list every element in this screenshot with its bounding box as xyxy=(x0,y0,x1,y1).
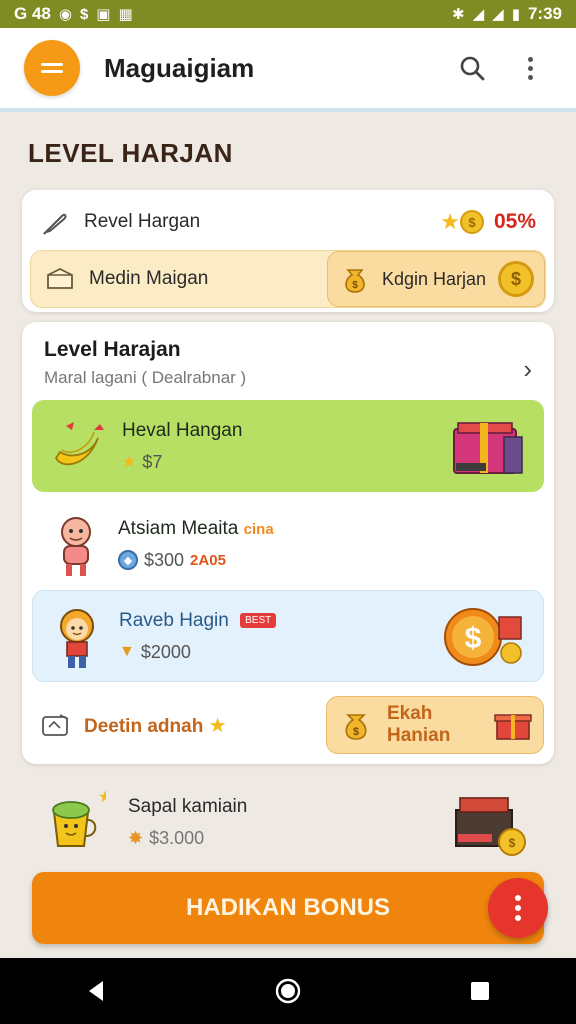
nav-back-button[interactable] xyxy=(66,961,126,1021)
footer-action-button[interactable]: $ Ekah Hanian xyxy=(326,696,544,754)
gift-box-icon xyxy=(453,422,523,474)
box-icon xyxy=(47,267,73,289)
list-item[interactable]: Raveb Hagin BEST ▼ $2000 $ xyxy=(32,590,544,682)
notification-icon: ▣ xyxy=(96,6,111,23)
money-bag-icon: $ xyxy=(345,269,365,293)
status-left: G 48 ◉ $ ▣ ▦ xyxy=(14,4,133,24)
bluetooth-icon: ✱ xyxy=(452,6,465,23)
cup-character-icon: ★ xyxy=(52,788,106,847)
more-actions-fab[interactable] xyxy=(488,878,548,938)
svg-text:★: ★ xyxy=(98,788,106,806)
footer-action-label: Ekah Hanian xyxy=(387,703,451,746)
footer-label: Deetin adnah xyxy=(84,715,204,737)
item-name: Heval Hangan xyxy=(122,419,243,441)
cell-signal-icon: ◢ xyxy=(492,6,504,23)
level-progress-row[interactable]: Revel Hargan ★ $ 05% xyxy=(40,206,536,238)
progress-percent: 05% xyxy=(493,210,536,233)
search-button[interactable] xyxy=(450,46,494,90)
star-icon: ★ xyxy=(122,454,137,471)
system-nav-bar xyxy=(0,958,576,1024)
dollar-icon: $ xyxy=(79,5,89,23)
more-vert-icon xyxy=(515,895,521,921)
svg-text:$: $ xyxy=(352,280,358,291)
more-options-button[interactable] xyxy=(508,46,552,90)
daily-level-card: Revel Hargan ★ $ 05% Medin Maigan $ Kdgi… xyxy=(22,190,554,312)
item-price: $3.000 xyxy=(149,827,205,848)
recents-icon xyxy=(471,982,489,1000)
money-bag-icon: $ xyxy=(345,714,367,740)
claim-reward-label: Kdgin Harjan xyxy=(382,268,487,289)
item-name: Sapal kamiain xyxy=(128,795,248,817)
sparkle-icon: ✸ xyxy=(128,827,144,848)
status-time: 7:39 xyxy=(527,4,562,23)
menu-button[interactable] xyxy=(24,40,80,96)
signal-icon: ◉ xyxy=(58,6,72,23)
ticket-icon xyxy=(42,714,69,736)
coin-icon: $ xyxy=(459,210,484,234)
status-bar: G 48 ◉ $ ▣ ▦ ✱ ◢ ◢ ▮ 7:39 xyxy=(0,0,576,28)
item-price-row: ★ $7 xyxy=(122,452,448,473)
wifi-icon: ◢ xyxy=(472,6,485,23)
list-item[interactable]: ★ Sapal kamiain ✸ $3.000 $ xyxy=(44,780,534,864)
nav-home-button[interactable] xyxy=(258,961,318,1021)
app-bar: Maguaigiam xyxy=(0,28,576,112)
character-avatar-icon xyxy=(60,609,94,668)
feather-icon xyxy=(42,213,67,235)
item-name-row: Raveb Hagin BEST xyxy=(119,610,441,632)
list-item[interactable]: Atsiam Meaita cina ◆ $300 2A05 xyxy=(32,498,544,590)
status-carrier-text: G 48 xyxy=(14,4,51,23)
more-vert-icon xyxy=(527,56,533,80)
message-icon: ▦ xyxy=(118,6,133,23)
level-list-footer: Deetin adnah ★ $ Ekah Hanian xyxy=(32,694,544,756)
daily-reward-label: Medin Maigan xyxy=(89,268,209,289)
treasure-chest-icon: $ xyxy=(455,797,526,856)
gift-box-icon xyxy=(494,714,532,740)
banana-icon xyxy=(54,422,104,466)
item-name-row: Atsiam Meaita cina xyxy=(118,518,528,540)
character-avatar-icon xyxy=(61,517,91,576)
level-list-card: Level Harajan Maral lagani ( Dealrabnar … xyxy=(22,322,554,764)
item-price: $2000 xyxy=(140,641,191,662)
star-icon: ★ xyxy=(440,209,460,234)
svg-text:$: $ xyxy=(509,836,516,850)
item-tag: cina xyxy=(243,520,274,538)
item-price-row: ✸ $3.000 xyxy=(128,828,450,849)
item-price-tag: 2A05 xyxy=(190,551,226,569)
nav-recents-button[interactable] xyxy=(450,961,510,1021)
footer-label-row: Deetin adnah ★ xyxy=(84,713,326,738)
search-icon xyxy=(460,56,485,81)
status-right: ✱ ◢ ◢ ▮ 7:39 xyxy=(452,4,562,24)
coin-icon: $ xyxy=(498,261,534,297)
svg-text:$: $ xyxy=(465,622,482,655)
svg-text:$: $ xyxy=(353,726,359,738)
level-list-header[interactable]: Level Harajan Maral lagani ( Dealrabnar … xyxy=(44,338,532,388)
battery-icon: ▮ xyxy=(511,6,520,23)
item-price: $7 xyxy=(142,451,163,472)
daily-reward-info[interactable]: Medin Maigan xyxy=(31,266,327,292)
item-price-row: ▼ $2000 xyxy=(119,642,441,663)
level-list-subtitle: Maral lagani ( Dealrabnar ) xyxy=(44,368,247,387)
dollar-coin-icon: $ xyxy=(444,608,522,666)
level-progress-label: Revel Hargan xyxy=(84,211,201,232)
star-icon: ★ xyxy=(208,714,227,737)
daily-reward-bar: Medin Maigan $ Kdgin Harjan $ xyxy=(30,250,546,308)
item-price-row: ◆ $300 2A05 xyxy=(118,550,528,571)
item-name: Raveb Hagin xyxy=(119,609,229,631)
section-title: LEVEL HARJAN xyxy=(28,138,233,168)
item-price: $300 xyxy=(144,549,185,570)
app-title: Maguaigiam xyxy=(104,52,255,83)
claim-reward-button[interactable]: $ Kdgin Harjan $ xyxy=(327,251,545,307)
back-icon xyxy=(89,981,103,1001)
claim-bonus-button[interactable]: HADIKAN BONUS xyxy=(32,872,544,944)
item-badge: BEST xyxy=(240,612,277,628)
menu-icon xyxy=(41,61,63,75)
list-item[interactable]: Heval Hangan ★ $7 xyxy=(32,400,544,492)
level-list-title: Level Harajan xyxy=(44,338,181,361)
bag-icon: ▼ xyxy=(119,643,135,660)
item-name: Atsiam Meaita xyxy=(118,517,239,539)
shield-coin-icon: ◆ xyxy=(118,550,138,570)
chevron-right-icon: › xyxy=(523,354,532,384)
home-icon xyxy=(275,978,301,1004)
